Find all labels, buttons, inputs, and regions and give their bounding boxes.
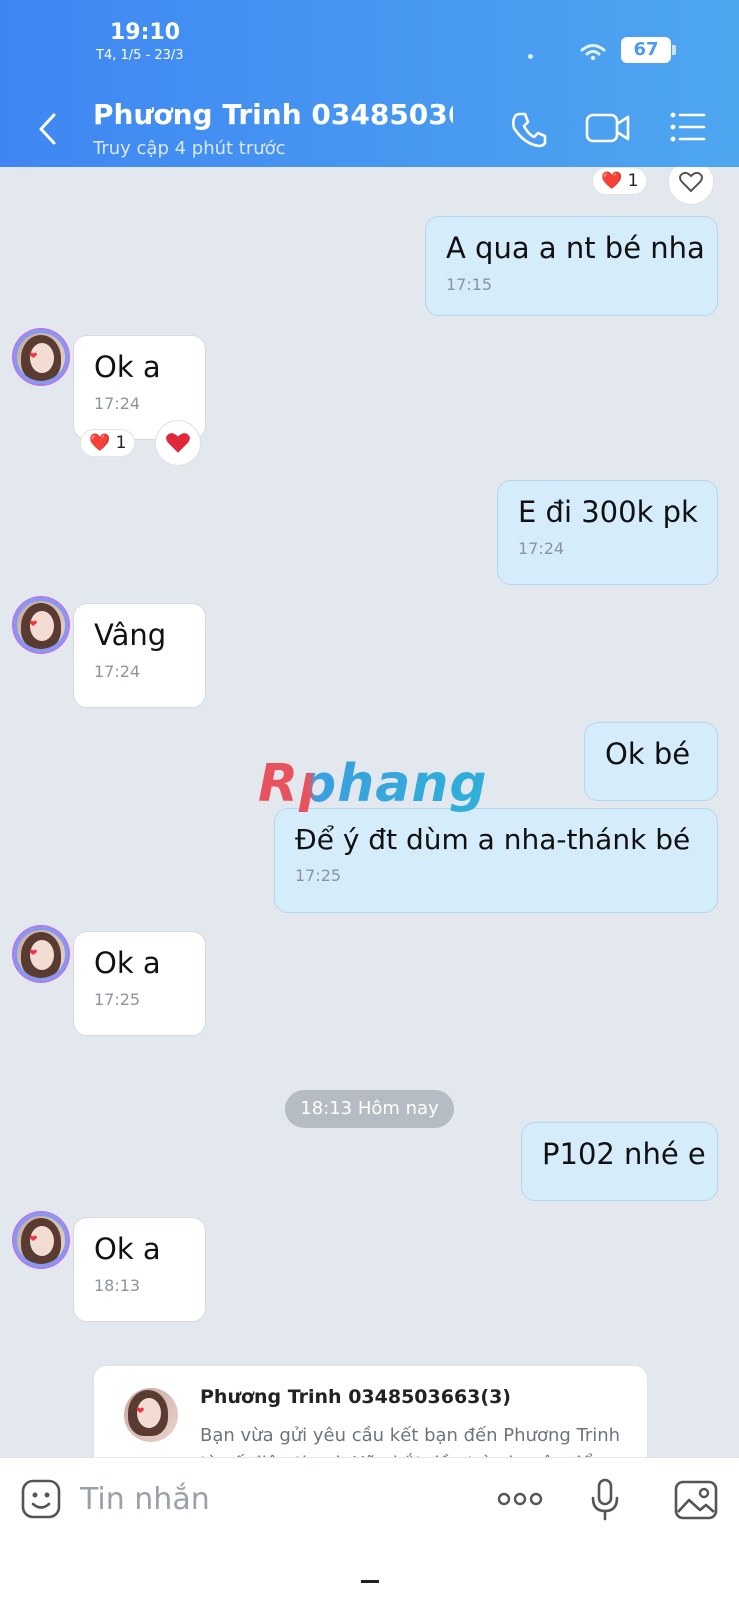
avatar[interactable]: ❤ bbox=[14, 1213, 68, 1267]
microphone-icon[interactable] bbox=[590, 1478, 620, 1522]
card-avatar: ❤ bbox=[124, 1388, 178, 1442]
battery-indicator: 67 bbox=[621, 37, 676, 63]
wifi-icon bbox=[580, 44, 606, 61]
card-contact-name: Phương Trinh 0348503663(3) bbox=[200, 1386, 511, 1408]
reaction-badge[interactable]: ❤️ 1 bbox=[592, 167, 648, 195]
reaction-count: 1 bbox=[627, 171, 639, 191]
message-text: Ok bé bbox=[605, 737, 691, 771]
menu-list-icon[interactable] bbox=[670, 110, 706, 144]
emoji-icon[interactable] bbox=[20, 1478, 62, 1520]
status-time: 19:10 bbox=[110, 20, 181, 45]
phone-icon[interactable] bbox=[510, 110, 548, 148]
avatar[interactable]: ❤ bbox=[14, 598, 68, 652]
back-arrow-icon[interactable] bbox=[36, 112, 60, 146]
heart-outline-icon bbox=[679, 171, 703, 193]
message-time: 17:24 bbox=[94, 662, 141, 681]
message-time: 17:25 bbox=[295, 866, 342, 885]
video-call-icon[interactable] bbox=[585, 110, 631, 146]
message-text: P102 nhé e bbox=[542, 1137, 706, 1171]
image-icon[interactable] bbox=[674, 1480, 718, 1520]
more-icon[interactable] bbox=[497, 1492, 543, 1506]
composer-bar bbox=[0, 1457, 739, 1600]
message-text: Ok a bbox=[94, 350, 161, 384]
message-text: Để ý đt dùm a nha-thánk bé bbox=[295, 823, 691, 856]
avatar[interactable]: ❤ bbox=[14, 330, 68, 384]
heart-icon bbox=[166, 433, 190, 453]
heart-icon: ❤️ bbox=[89, 433, 111, 453]
watermark-logo: Rphang bbox=[258, 754, 488, 814]
message-bubble-outgoing[interactable]: Để ý đt dùm a nha-thánk bé 17:25 bbox=[274, 808, 718, 913]
contact-name[interactable]: Phương Trinh 034850366… bbox=[93, 98, 453, 131]
status-date: T4, 1/5 - 23/3 bbox=[96, 48, 184, 63]
message-bubble-outgoing[interactable]: A qua a nt bé nha 17:15 bbox=[425, 216, 718, 316]
message-time: 17:24 bbox=[518, 539, 565, 558]
message-bubble-outgoing[interactable]: P102 nhé e bbox=[521, 1122, 718, 1201]
react-button[interactable] bbox=[155, 420, 201, 466]
avatar[interactable]: ❤ bbox=[14, 927, 68, 981]
heart-icon: ❤️ bbox=[601, 171, 623, 191]
message-bubble-incoming[interactable]: Ok a 17:25 bbox=[73, 931, 206, 1036]
message-time: 17:15 bbox=[446, 275, 493, 294]
message-list[interactable]: ❤️ 1 A qua a nt bé nha 17:15 ❤ Ok a 17:2… bbox=[0, 167, 739, 1457]
last-seen-status: Truy cập 4 phút trước bbox=[93, 138, 286, 159]
reaction-badge[interactable]: ❤️ 1 bbox=[80, 429, 136, 457]
home-indicator bbox=[361, 1580, 379, 1583]
message-text: E đi 300k pk bbox=[518, 495, 698, 529]
message-time: 17:25 bbox=[94, 990, 141, 1009]
card-description: Bạn vừa gửi yêu cầu kết bạn đến Phương T… bbox=[200, 1425, 621, 1457]
notification-dot bbox=[528, 54, 533, 59]
message-bubble-outgoing[interactable]: Ok bé bbox=[584, 722, 718, 801]
date-divider: 18:13 Hôm nay bbox=[285, 1090, 454, 1128]
react-button[interactable] bbox=[668, 167, 714, 205]
reaction-count: 1 bbox=[115, 433, 127, 453]
message-bubble-outgoing[interactable]: E đi 300k pk 17:24 bbox=[497, 480, 718, 585]
message-text: A qua a nt bé nha bbox=[446, 231, 705, 265]
message-bubble-incoming[interactable]: Vâng 17:24 bbox=[73, 603, 206, 708]
friend-request-card[interactable]: ❤ Phương Trinh 0348503663(3) Bạn vừa gửi… bbox=[93, 1365, 648, 1457]
message-text: Ok a bbox=[94, 1232, 161, 1266]
message-time: 17:24 bbox=[94, 394, 141, 413]
message-text: Ok a bbox=[94, 946, 161, 980]
message-bubble-incoming[interactable]: Ok a 18:13 bbox=[73, 1217, 206, 1322]
chat-header: 19:10 T4, 1/5 - 23/3 67 Phương Trinh 034… bbox=[0, 0, 739, 167]
message-time: 18:13 bbox=[94, 1276, 141, 1295]
message-input[interactable] bbox=[80, 1476, 460, 1522]
message-text: Vâng bbox=[94, 618, 167, 652]
